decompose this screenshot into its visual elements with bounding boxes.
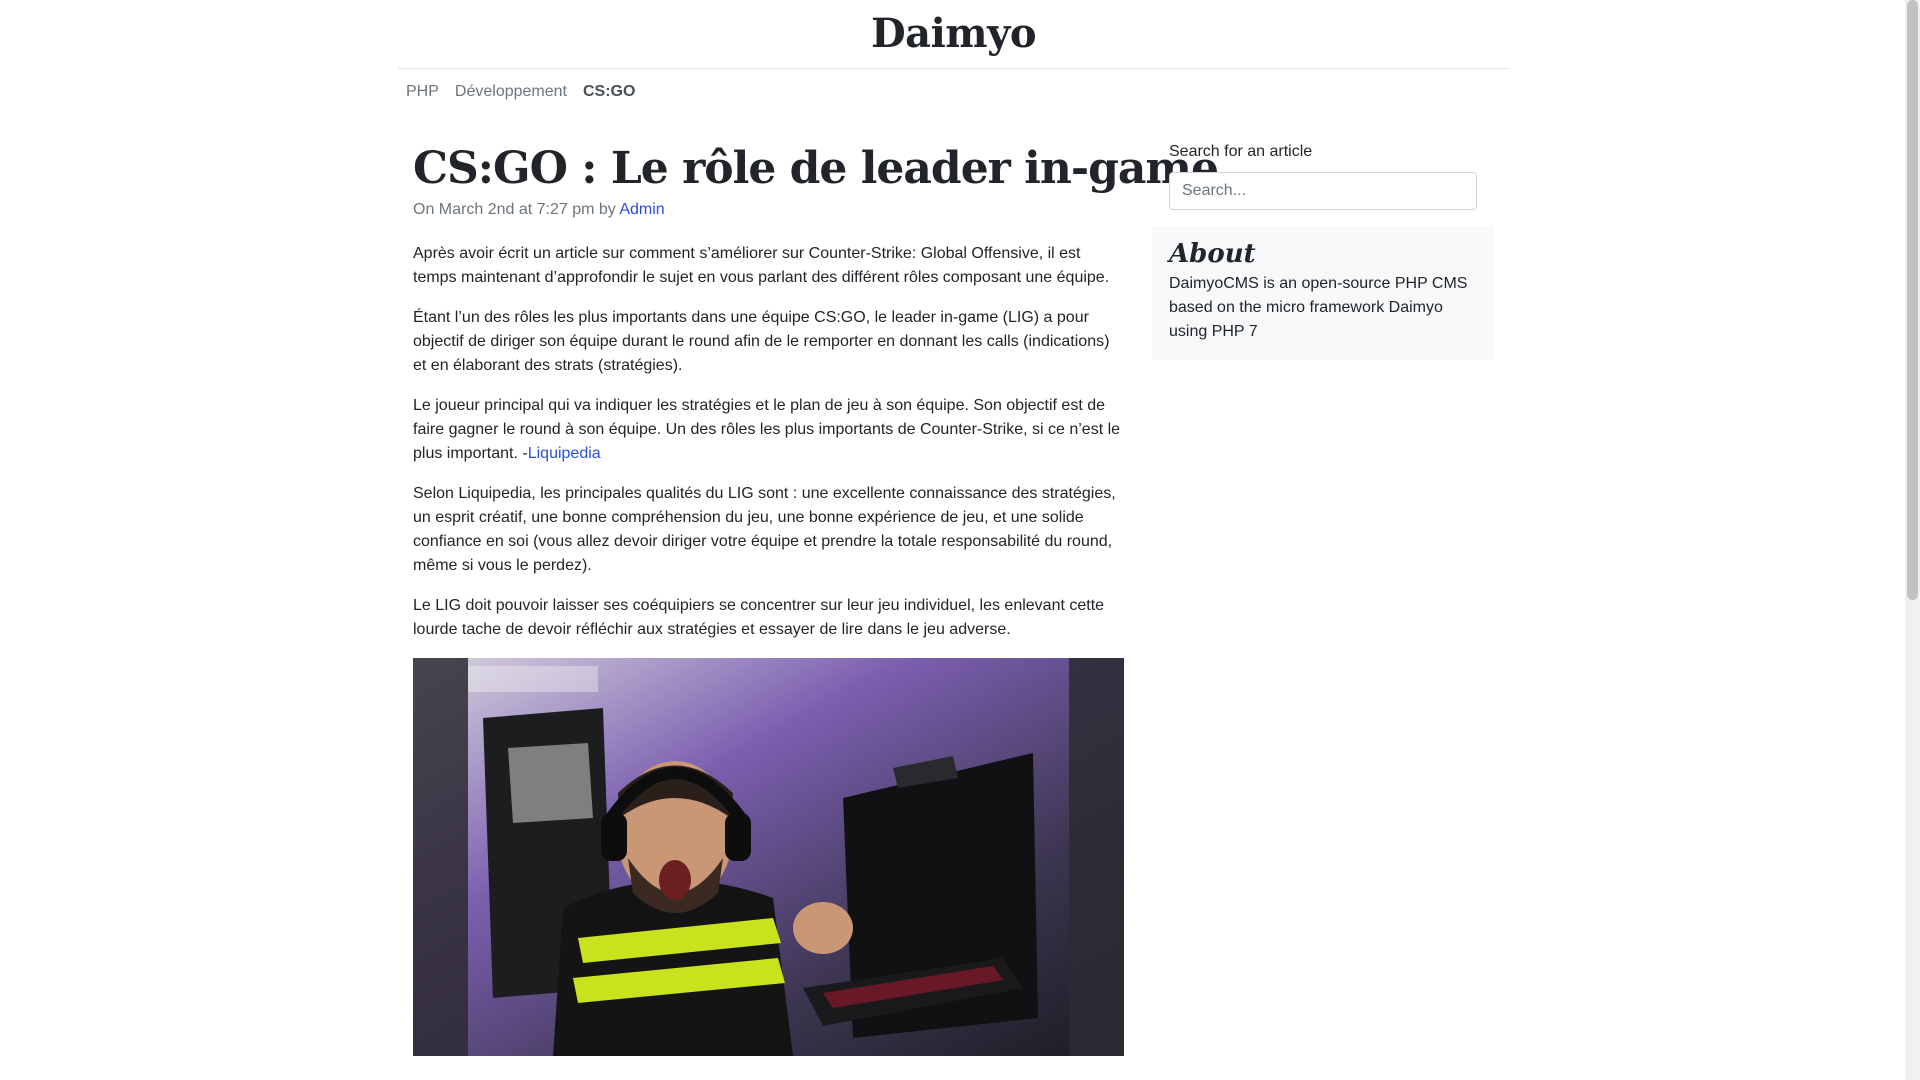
about-text: DaimyoCMS is an open-source PHP CMS base… — [1169, 275, 1468, 340]
page-scrollbar[interactable] — [1905, 0, 1920, 1080]
post-meta: On March 2nd at 7:27 pm by Admin — [413, 198, 1124, 222]
search-input[interactable] — [1169, 172, 1477, 210]
post-title: CS:GO : Le rôle de leader in-game — [413, 143, 1219, 194]
author-link[interactable]: Admin — [619, 201, 664, 218]
scrollbar-thumb[interactable] — [1907, 0, 1918, 600]
paragraph: Le LIG doit pouvoir laisser ses coéquipi… — [413, 597, 1105, 638]
liquipedia-link[interactable]: Liquipedia — [528, 445, 601, 462]
nav-item-developpement[interactable]: Développement — [447, 80, 575, 104]
site-header: Daimyo — [398, 0, 1509, 69]
page: Daimyo PHP Développement CS:GO CS:GO : L… — [0, 0, 1920, 1080]
paragraph-quote: Le joueur principal qui va indiquer les … — [413, 394, 1124, 466]
sidebar: Search for an article About DaimyoCMS is… — [1152, 140, 1494, 360]
search-label: Search for an article — [1169, 143, 1313, 160]
post-meta-date: On March 2nd at 7:27 pm by — [413, 201, 620, 218]
about-title: About — [1169, 239, 1256, 269]
paragraph: Après avoir écrit un article sur comment… — [413, 245, 1110, 286]
article: CS:GO : Le rôle de leader in-game On Mar… — [413, 140, 1219, 1056]
paragraph: Étant l’un des rôles les plus importants… — [413, 309, 1110, 374]
main-nav: PHP Développement CS:GO — [398, 80, 643, 104]
about-box: About DaimyoCMS is an open-source PHP CM… — [1152, 226, 1494, 360]
paragraph: Selon Liquipedia, les principales qualit… — [413, 485, 1116, 574]
nav-item-php[interactable]: PHP — [398, 80, 447, 104]
site-title[interactable]: Daimyo — [398, 0, 1509, 58]
quote-text: Le joueur principal qui va indiquer les … — [413, 397, 1121, 462]
article-image — [413, 658, 1124, 1056]
post-body: Après avoir écrit un article sur comment… — [413, 242, 1124, 642]
nav-item-csgo[interactable]: CS:GO — [575, 80, 643, 104]
